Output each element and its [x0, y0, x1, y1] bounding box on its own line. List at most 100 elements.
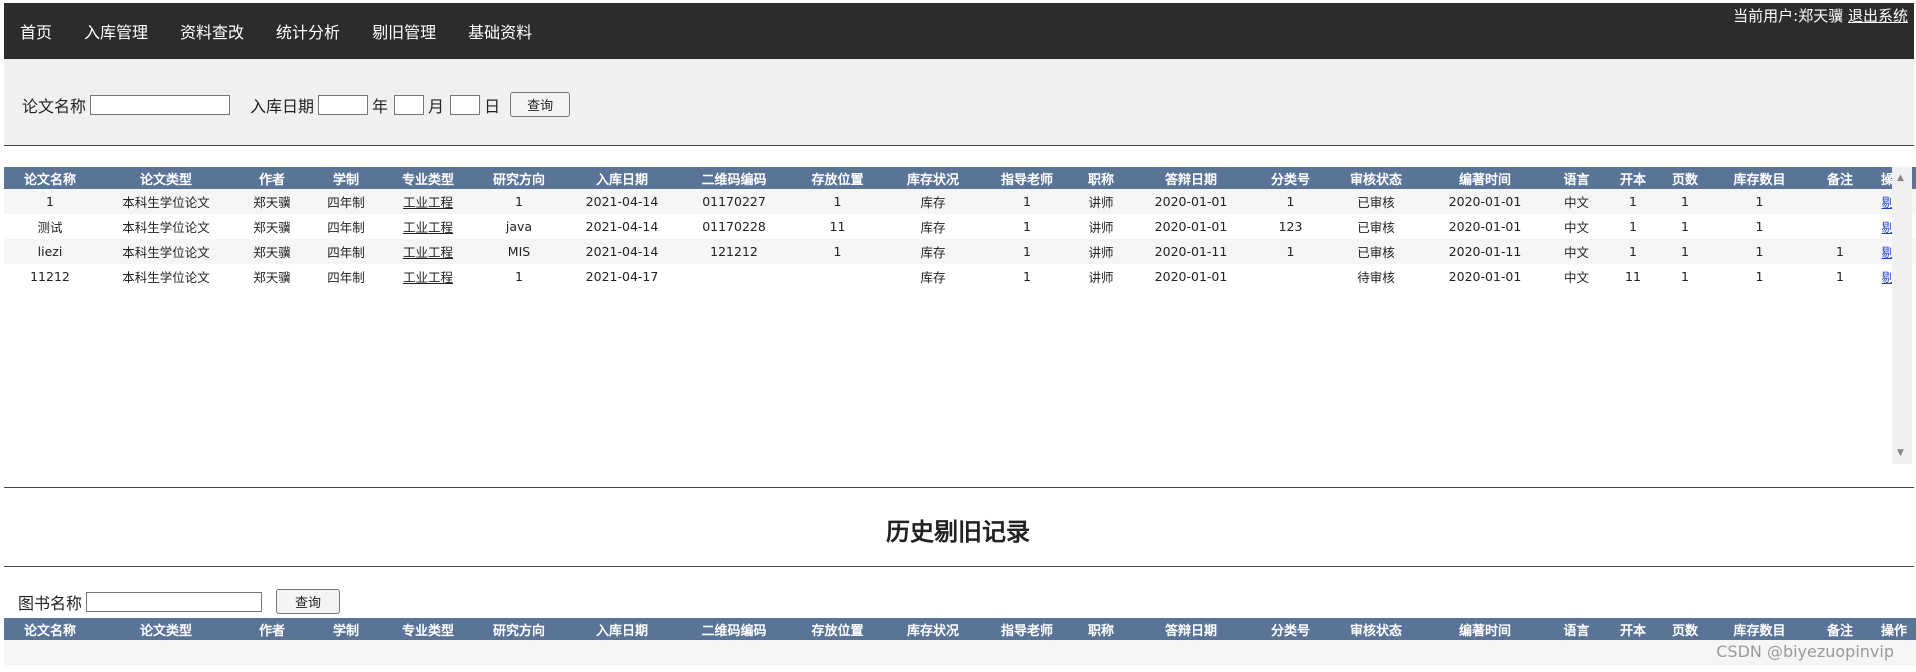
year-label: 年 — [372, 96, 389, 116]
col-header-18: 页数 — [1659, 167, 1711, 189]
hist-col-header-7: 二维码编码 — [678, 618, 790, 640]
scroll-up-icon[interactable]: ▲ — [1897, 173, 1904, 183]
major-type-link[interactable]: 工业工程 — [403, 220, 453, 235]
table-header-row: 论文名称 论文类型 作者 学制 专业类型 研究方向 入库日期 二维码编码 存放位置 库存状况 指导老… — [4, 167, 1916, 189]
table-cell: 1 — [1607, 214, 1659, 239]
table-cell: 讲师 — [1073, 239, 1129, 264]
table-scrollbar[interactable]: ▲ ▼ — [1892, 167, 1912, 464]
table-cell: 库存 — [885, 214, 981, 239]
hist-col-header-21: 操作 — [1872, 618, 1916, 640]
table-cell: 2020-01-01 — [1129, 214, 1253, 239]
table-cell: 2021-04-17 — [566, 264, 678, 289]
cell-major-type: 工业工程 — [384, 214, 472, 239]
table-cell: 11212 — [4, 264, 96, 289]
table-cell: 1 — [1659, 264, 1711, 289]
table-cell: 本科生学位论文 — [96, 214, 236, 239]
table-cell: 讲师 — [1073, 214, 1129, 239]
hist-col-header-1: 论文类型 — [96, 618, 236, 640]
scroll-down-icon[interactable]: ▼ — [1897, 448, 1904, 458]
book-name-input[interactable] — [86, 591, 263, 612]
thesis-table: 论文名称 论文类型 作者 学制 专业类型 研究方向 入库日期 二维码编码 存放位置 库存状况 指导老… — [4, 167, 1916, 289]
table-cell: 本科生学位论文 — [96, 189, 236, 214]
table-cell: 2020-01-01 — [1424, 264, 1546, 289]
divider — [4, 487, 1914, 488]
history-query-button[interactable]: 查询 — [276, 589, 341, 614]
table-cell: 本科生学位论文 — [96, 239, 236, 264]
table-cell: 中文 — [1546, 264, 1607, 289]
table-cell: 1 — [1607, 239, 1659, 264]
book-name-label: 图书名称 — [18, 593, 83, 613]
divider — [4, 566, 1914, 567]
table-cell: 1 — [1711, 264, 1808, 289]
nav-item-weed-out[interactable]: 剔旧管理 — [372, 19, 436, 43]
table-cell: 1 — [1253, 189, 1328, 214]
table-row: 11212 本科生学位论文 郑天骥 四年制 工业工程 1 2021-04-17 库存 1 讲师 20… — [4, 264, 1916, 289]
table-cell: 2021-04-14 — [566, 239, 678, 264]
table-cell: 1 — [1607, 189, 1659, 214]
table-cell: 1 — [1659, 239, 1711, 264]
major-type-link[interactable]: 工业工程 — [403, 195, 453, 210]
table-cell: 1 — [1659, 189, 1711, 214]
hist-col-header-8: 存放位置 — [790, 618, 885, 640]
user-prefix: 当前用户: — [1733, 7, 1799, 25]
title-label: 论文名称 — [22, 96, 87, 116]
title-input[interactable] — [90, 94, 231, 115]
col-header-19: 库存数目 — [1711, 167, 1808, 189]
nav-item-basic-data[interactable]: 基础资料 — [468, 19, 532, 43]
query-button[interactable]: 查询 — [510, 92, 571, 117]
cell-major-type: 工业工程 — [384, 189, 472, 214]
table-cell: 讲师 — [1073, 189, 1129, 214]
table-row: 1 本科生学位论文 郑天骥 四年制 工业工程 1 2021-04-14 01170227 1 库存… — [4, 189, 1916, 214]
table-cell: 中文 — [1546, 214, 1607, 239]
search-row: 论文名称 入库日期 年 月 日 查询 — [22, 92, 571, 117]
table-cell: 库存 — [885, 239, 981, 264]
table-cell: 1 — [4, 189, 96, 214]
table-cell: 本科生学位论文 — [96, 264, 236, 289]
hist-col-header-5: 研究方向 — [472, 618, 566, 640]
table-cell: 1 — [981, 214, 1073, 239]
table-cell: 郑天骥 — [236, 264, 308, 289]
hist-col-header-19: 库存数目 — [1711, 618, 1808, 640]
col-header-13: 分类号 — [1253, 167, 1328, 189]
hist-col-header-4: 专业类型 — [384, 618, 472, 640]
table-cell: 2020-01-01 — [1424, 189, 1546, 214]
table-cell — [1808, 214, 1872, 239]
month-input[interactable] — [394, 94, 425, 115]
table-cell: 1 — [1253, 239, 1328, 264]
nav-item-statistics[interactable]: 统计分析 — [276, 19, 340, 43]
table-cell: 2020-01-01 — [1129, 189, 1253, 214]
major-type-link[interactable]: 工业工程 — [403, 270, 453, 285]
table-cell: 四年制 — [308, 189, 384, 214]
year-input[interactable] — [318, 94, 369, 115]
day-input[interactable] — [450, 94, 481, 115]
hist-col-header-2: 作者 — [236, 618, 308, 640]
search-panel: 论文名称 入库日期 年 月 日 查询 — [4, 59, 1914, 146]
history-title: 历史剔旧记录 — [886, 518, 1030, 546]
col-header-8: 存放位置 — [790, 167, 885, 189]
table-cell: 1 — [790, 189, 885, 214]
nav-item-home[interactable]: 首页 — [20, 19, 52, 43]
table-cell: 已审核 — [1328, 189, 1424, 214]
table-cell — [1253, 264, 1328, 289]
table-cell: 四年制 — [308, 239, 384, 264]
history-search-row: 图书名称 查询 — [18, 589, 341, 614]
history-table: 论文名称 论文类型 作者 学制 专业类型 研究方向 入库日期 二维码编码 存放位置 库存状况 指导老… — [4, 618, 1916, 665]
col-header-12: 答辩日期 — [1129, 167, 1253, 189]
hist-col-header-14: 审核状态 — [1328, 618, 1424, 640]
hist-col-header-0: 论文名称 — [4, 618, 96, 640]
nav-item-query-edit[interactable]: 资料查改 — [180, 19, 244, 43]
table-cell: 2020-01-11 — [1424, 239, 1546, 264]
col-header-3: 学制 — [308, 167, 384, 189]
major-type-link[interactable]: 工业工程 — [403, 245, 453, 260]
empty-cell — [4, 640, 1916, 665]
logout-link[interactable]: 退出系统 — [1848, 7, 1908, 25]
table-cell: 四年制 — [308, 264, 384, 289]
table-cell: 中文 — [1546, 239, 1607, 264]
col-header-5: 研究方向 — [472, 167, 566, 189]
nav-item-stock-in[interactable]: 入库管理 — [84, 19, 148, 43]
table-cell: java — [472, 214, 566, 239]
col-header-20: 备注 — [1808, 167, 1872, 189]
hist-col-header-6: 入库日期 — [566, 618, 678, 640]
user-name: 郑天骥 — [1798, 7, 1844, 25]
table-cell: 库存 — [885, 189, 981, 214]
